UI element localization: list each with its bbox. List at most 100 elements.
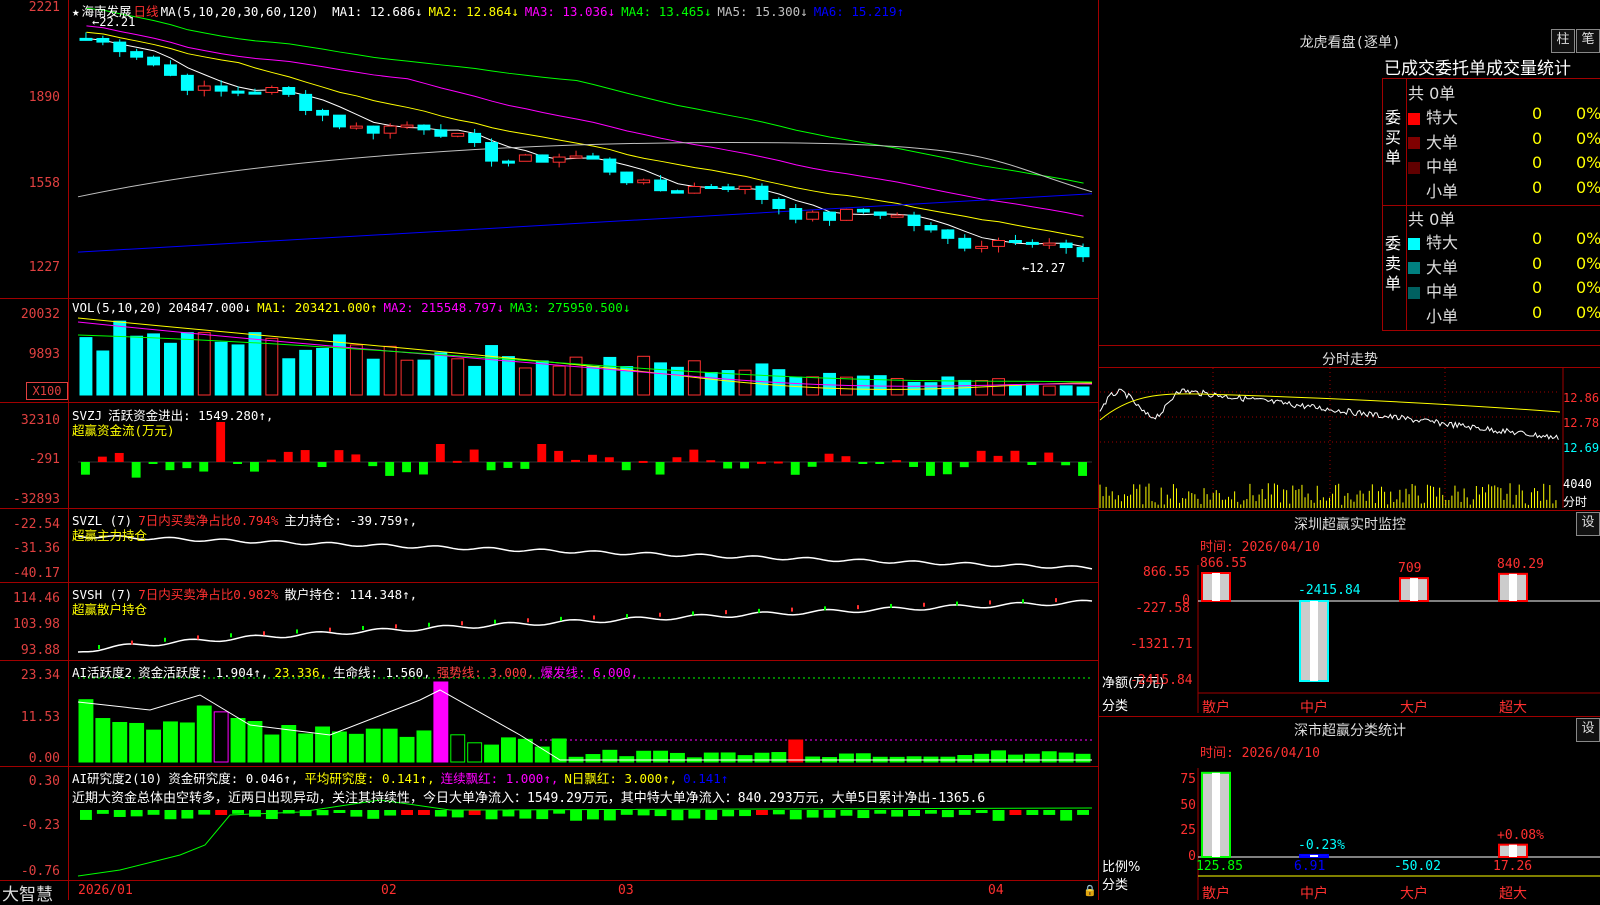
volume-bar <box>113 320 127 396</box>
svzj-bar <box>148 462 158 464</box>
ma-value-4: MA5: 15.300↓ <box>717 4 808 19</box>
svzj-bar <box>266 459 276 462</box>
ai-research-bar <box>874 810 887 814</box>
volume-bar <box>214 341 228 396</box>
svzj-bar <box>672 457 682 462</box>
right-panel-divider <box>1098 0 1099 900</box>
candle <box>349 125 363 129</box>
svzl-ratio: 7日内买卖净占比0.794% <box>138 513 279 528</box>
svsh-tick <box>1022 599 1024 604</box>
ai-activity-bar <box>906 756 922 763</box>
order-percent: 0% <box>1576 302 1600 322</box>
sz-classify-bar <box>1299 853 1329 858</box>
ai-activity-bar <box>348 733 364 763</box>
order-size-label: 大单 <box>1426 257 1459 277</box>
volume-bar <box>806 376 820 396</box>
sz-monitor-value-label: 866.55 <box>1200 556 1247 571</box>
ai-research-bar <box>620 810 633 815</box>
period-label[interactable]: 日线 <box>134 4 159 19</box>
ai-research-header: AI研究度2(10) 资金研究度: 0.046↑, 平均研究度: 0.141↑, 连续… <box>72 768 740 787</box>
star-icon[interactable]: ★ <box>72 4 80 19</box>
detail-view-button[interactable]: 笔 <box>1576 29 1600 53</box>
ai-research-bar <box>722 810 735 817</box>
svsh-tick <box>461 621 463 626</box>
svzj-bar <box>486 462 496 471</box>
svsh-tick <box>1055 598 1057 603</box>
sz-classify-y-unit: 比例% <box>1102 860 1141 875</box>
sz-monitor-value-label: -2415.84 <box>1298 583 1361 598</box>
order-size-label: 中单 <box>1426 282 1459 301</box>
sz-classify-category: 散户 <box>1202 886 1230 902</box>
ma-value-2: MA3: 13.036↓ <box>524 4 616 19</box>
candle <box>603 158 617 173</box>
legend-swatch <box>1408 186 1420 198</box>
sz-monitor-settings-button[interactable]: 设 <box>1576 512 1600 536</box>
svzj-subtitle: 超赢资金流(万元) <box>72 423 175 438</box>
ai-research-bar <box>1009 810 1022 815</box>
svsh-ratio: 7日内买卖净占比0.982% <box>138 587 279 602</box>
divider-dragon-intraday <box>1098 345 1600 346</box>
svzj-bar <box>638 460 648 463</box>
ma-line-1 <box>86 37 1084 248</box>
ai-activity-bar <box>382 728 398 763</box>
candle <box>620 171 634 184</box>
ai-activity-bar <box>839 753 854 763</box>
ai-research-bar <box>891 810 904 817</box>
svsh-tick <box>659 612 661 617</box>
buy-row: 中单 0 0% <box>1408 153 1600 177</box>
sz-classify-bottom-value: 125.85 <box>1196 859 1243 874</box>
vol-ma-value-1: MA2: 215548.797↓ <box>383 300 504 315</box>
candle <box>130 51 144 58</box>
volume-bar <box>1009 385 1022 396</box>
candle <box>721 186 735 190</box>
ai-research-bar <box>1077 810 1089 815</box>
ai-activity-bar <box>433 681 449 763</box>
volume-bar <box>518 367 532 396</box>
sz-classify-settings-button[interactable]: 设 <box>1576 718 1600 742</box>
svsh-tick <box>230 633 232 638</box>
ai-activity-bar <box>264 734 280 763</box>
ai-activity-bar <box>517 738 533 763</box>
vol-unit-badge[interactable]: X100 <box>26 382 68 400</box>
main-chart-canvas[interactable] <box>0 0 1098 900</box>
svzj-bar <box>926 462 935 476</box>
svsh-y-tick: 93.88 <box>20 643 60 658</box>
candle <box>248 91 262 95</box>
legend-swatch <box>1408 137 1420 149</box>
svzj-y-tick: -291 <box>28 452 60 467</box>
svzj-bar <box>216 422 226 462</box>
candle <box>687 186 701 194</box>
sz-monitor-y-tick: -2415.84 <box>1130 673 1193 688</box>
candle <box>1009 240 1022 244</box>
ai-research-bar <box>164 810 177 820</box>
order-size-label: 特大 <box>1426 233 1459 252</box>
sz-classify-y-tick: 0 <box>1188 849 1196 864</box>
volume-bar <box>164 342 177 396</box>
sz-classify-bar-highlight <box>1212 772 1220 857</box>
volume-bar <box>147 333 161 396</box>
ai-activity-bar <box>619 756 635 763</box>
ai-research-bar <box>1060 810 1073 821</box>
ai-research-bar <box>603 810 616 821</box>
order-percent: 0% <box>1576 153 1600 172</box>
svzj-bar <box>537 444 547 462</box>
volume-bar <box>316 347 330 396</box>
ai-research-bar <box>992 810 1005 821</box>
ai-research-item-0: 资金研究度: 0.046↑, <box>168 771 299 786</box>
ai-activity-bar <box>771 752 787 763</box>
buy-side-label: 委买单 <box>1385 108 1402 167</box>
ma-value-0: MA1: 12.686↓ <box>332 4 423 19</box>
volume-bar <box>417 359 431 396</box>
volume-bar <box>704 371 718 396</box>
buy-row: 小单 0 0% <box>1408 178 1600 202</box>
ai-activity-bar <box>551 738 567 763</box>
ai-research-bar <box>434 810 447 817</box>
ai-research-item-3: N日飘红: 3.000↑, <box>564 771 678 786</box>
bar-view-button[interactable]: 柱 <box>1551 29 1575 53</box>
svsh-subtitle: 超赢散户持仓 <box>72 602 148 617</box>
sz-monitor-x-unit: 分类 <box>1102 699 1129 714</box>
volume-bar <box>130 335 144 396</box>
svsh-tick <box>263 631 265 636</box>
lock-icon[interactable]: 🔒 <box>1083 884 1097 897</box>
svzl-holding: 主力持仓: -39.759↑, <box>284 513 418 528</box>
